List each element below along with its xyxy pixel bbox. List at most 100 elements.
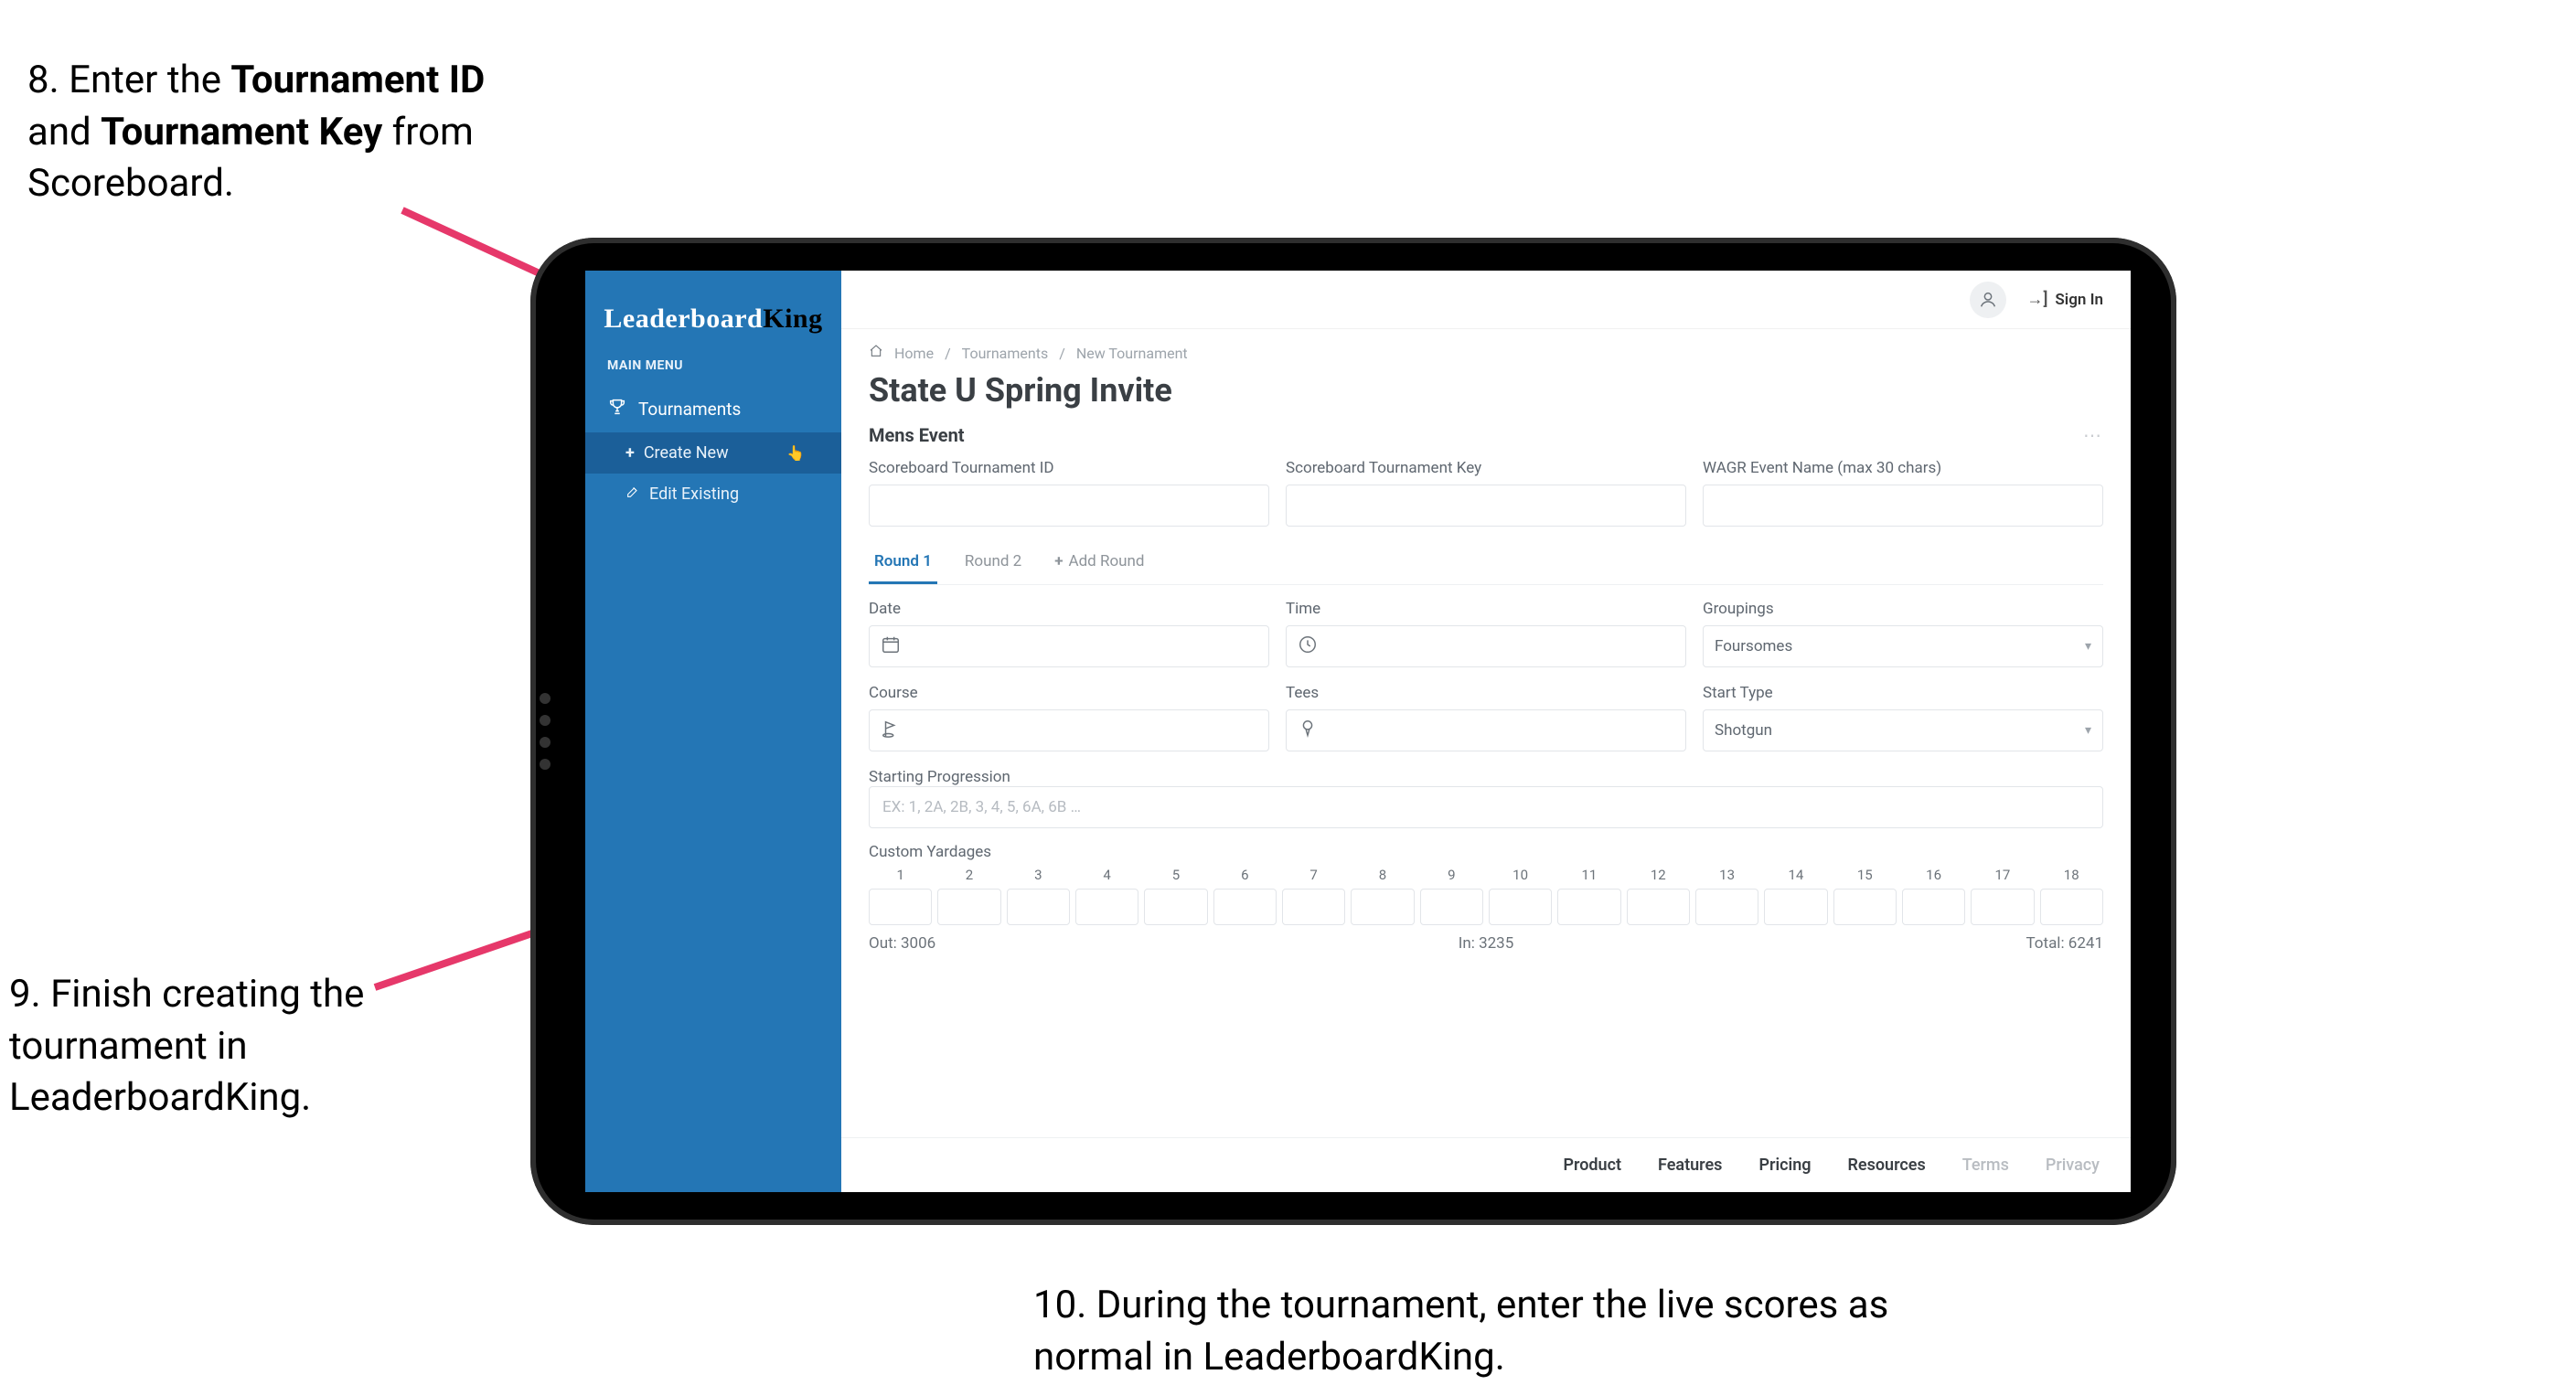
main-menu-label: MAIN MENU xyxy=(585,358,841,386)
yardage-column: 2 xyxy=(937,867,1000,925)
yardage-input[interactable] xyxy=(1971,889,2034,925)
yardage-input[interactable] xyxy=(1213,889,1277,925)
yardage-input[interactable] xyxy=(1007,889,1070,925)
scoreboard-key-label: Scoreboard Tournament Key xyxy=(1286,459,1686,477)
yardage-input[interactable] xyxy=(1833,889,1897,925)
tab-round-2[interactable]: Round 2 xyxy=(959,543,1027,584)
hole-number: 9 xyxy=(1448,867,1455,883)
topbar: →] Sign In xyxy=(841,271,2131,329)
groupings-select[interactable]: Foursomes ▾ xyxy=(1703,625,2103,667)
hole-number: 15 xyxy=(1857,867,1873,883)
footer-pricing[interactable]: Pricing xyxy=(1758,1156,1811,1175)
hole-number: 8 xyxy=(1379,867,1386,883)
calendar-icon xyxy=(881,634,901,659)
breadcrumb-tournaments[interactable]: Tournaments xyxy=(962,345,1049,362)
yardage-column: 12 xyxy=(1627,867,1690,925)
sidebar-item-create-new[interactable]: + Create New 👆 xyxy=(585,432,841,474)
starting-progression-input[interactable]: EX: 1, 2A, 2B, 3, 4, 5, 6A, 6B … xyxy=(869,786,2103,828)
add-round-button[interactable]: + Add Round xyxy=(1049,543,1149,584)
hole-number: 18 xyxy=(2064,867,2079,883)
sign-in-button[interactable]: →] Sign In xyxy=(2026,290,2103,309)
start-type-label: Start Type xyxy=(1703,684,2103,702)
yardage-grid: 123456789101112131415161718 xyxy=(869,867,2103,925)
chevron-down-icon: ▾ xyxy=(2085,639,2091,654)
breadcrumb-new-tournament[interactable]: New Tournament xyxy=(1076,345,1188,362)
sidebar: LeaderboardKing MAIN MENU Tournaments + … xyxy=(585,271,841,1192)
yardage-column: 10 xyxy=(1489,867,1552,925)
hole-number: 10 xyxy=(1512,867,1528,883)
plus-icon: + xyxy=(625,443,635,463)
callout-step-10: 10. During the tournament, enter the liv… xyxy=(1033,1280,2003,1383)
date-input[interactable] xyxy=(869,625,1269,667)
yardage-column: 8 xyxy=(1351,867,1414,925)
sidebar-item-label: Edit Existing xyxy=(649,485,739,504)
section-menu-button[interactable]: ⋯ xyxy=(2083,424,2103,446)
yardage-column: 7 xyxy=(1282,867,1345,925)
footer-resources[interactable]: Resources xyxy=(1848,1156,1926,1175)
clock-icon xyxy=(1298,634,1318,659)
yardage-column: 1 xyxy=(869,867,932,925)
sidebar-item-label: Create New xyxy=(644,443,729,463)
round-tabs: Round 1 Round 2 + Add Round xyxy=(869,543,2103,585)
tablet-frame: LeaderboardKing MAIN MENU Tournaments + … xyxy=(530,238,2176,1225)
start-type-value: Shotgun xyxy=(1715,721,1772,740)
yardage-column: 3 xyxy=(1007,867,1070,925)
tees-input[interactable] xyxy=(1286,709,1686,751)
hole-number: 5 xyxy=(1172,867,1180,883)
main-area: →] Sign In Home / Tournaments / New Tour… xyxy=(841,271,2131,1192)
yardage-input[interactable] xyxy=(1489,889,1552,925)
wagr-label: WAGR Event Name (max 30 chars) xyxy=(1703,459,2103,477)
home-icon xyxy=(869,344,883,362)
yardage-column: 16 xyxy=(1902,867,1965,925)
yardage-input[interactable] xyxy=(1351,889,1414,925)
hole-number: 6 xyxy=(1241,867,1248,883)
start-type-select[interactable]: Shotgun ▾ xyxy=(1703,709,2103,751)
chevron-down-icon: ▾ xyxy=(2085,723,2091,738)
trophy-icon xyxy=(607,397,627,421)
tab-round-1[interactable]: Round 1 xyxy=(869,543,937,584)
breadcrumb: Home / Tournaments / New Tournament xyxy=(869,344,2103,362)
scoreboard-id-input[interactable] xyxy=(869,485,1269,527)
sidebar-item-edit-existing[interactable]: Edit Existing xyxy=(585,474,841,515)
yardage-input[interactable] xyxy=(1695,889,1758,925)
starting-progression-placeholder: EX: 1, 2A, 2B, 3, 4, 5, 6A, 6B … xyxy=(882,798,1081,816)
course-label: Course xyxy=(869,684,1269,702)
yardage-input[interactable] xyxy=(2040,889,2103,925)
yardage-input[interactable] xyxy=(937,889,1000,925)
tee-icon xyxy=(1298,719,1318,743)
yardage-input[interactable] xyxy=(1902,889,1965,925)
yardage-input[interactable] xyxy=(1144,889,1207,925)
app-logo: LeaderboardKing xyxy=(585,283,841,358)
hole-number: 7 xyxy=(1309,867,1317,883)
scoreboard-key-input[interactable] xyxy=(1286,485,1686,527)
yardage-input[interactable] xyxy=(1420,889,1483,925)
scoreboard-id-label: Scoreboard Tournament ID xyxy=(869,459,1269,477)
app-screen: LeaderboardKing MAIN MENU Tournaments + … xyxy=(585,271,2131,1192)
edit-icon xyxy=(625,485,640,504)
footer-privacy[interactable]: Privacy xyxy=(2046,1156,2100,1175)
wagr-input[interactable] xyxy=(1703,485,2103,527)
hole-number: 1 xyxy=(896,867,903,883)
yardage-input[interactable] xyxy=(1282,889,1345,925)
course-input[interactable] xyxy=(869,709,1269,751)
footer-product[interactable]: Product xyxy=(1563,1156,1621,1175)
time-input[interactable] xyxy=(1286,625,1686,667)
yardage-input[interactable] xyxy=(1627,889,1690,925)
yardage-input[interactable] xyxy=(869,889,932,925)
footer-features[interactable]: Features xyxy=(1658,1156,1722,1175)
yardage-column: 15 xyxy=(1833,867,1897,925)
groupings-label: Groupings xyxy=(1703,600,2103,618)
section-title: Mens Event xyxy=(869,424,965,446)
breadcrumb-home[interactable]: Home xyxy=(894,345,934,362)
yardage-input[interactable] xyxy=(1075,889,1138,925)
sidebar-item-tournaments[interactable]: Tournaments xyxy=(585,386,841,432)
avatar[interactable] xyxy=(1970,282,2006,318)
yardage-summary: Out: 3006 In: 3235 Total: 6241 xyxy=(869,934,2103,953)
yardage-input[interactable] xyxy=(1557,889,1620,925)
flag-icon xyxy=(881,719,901,743)
footer-terms[interactable]: Terms xyxy=(1962,1156,2009,1175)
hole-number: 16 xyxy=(1926,867,1941,883)
cursor-hand-icon: 👆 xyxy=(786,444,805,462)
yardage-input[interactable] xyxy=(1764,889,1827,925)
yardage-column: 18 xyxy=(2040,867,2103,925)
